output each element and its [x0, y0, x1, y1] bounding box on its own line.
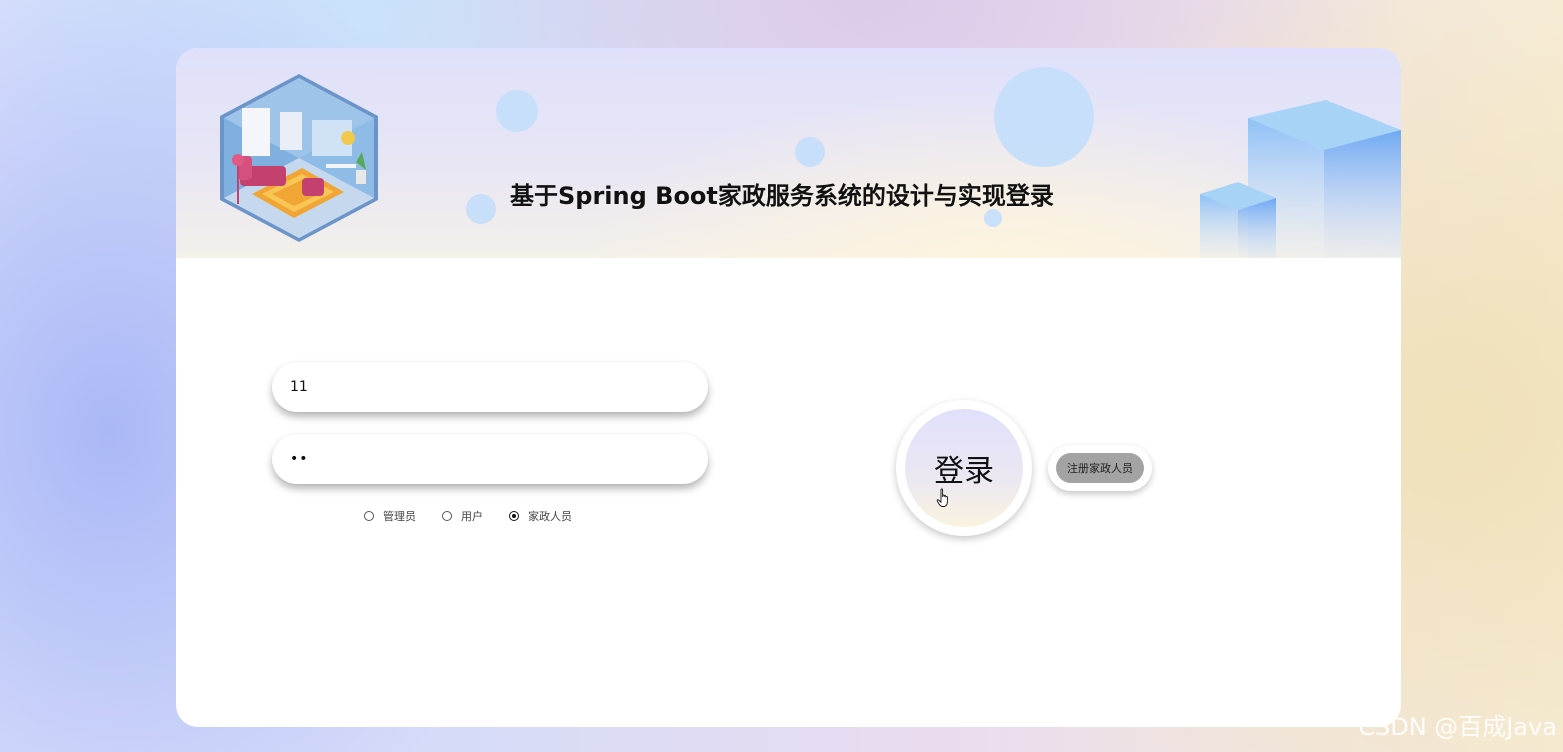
register-button-ring: 注册家政人员: [1048, 445, 1152, 491]
radio-admin[interactable]: [364, 511, 374, 521]
password-input[interactable]: [272, 434, 708, 484]
page-title: 基于Spring Boot家政服务系统的设计与实现登录: [510, 182, 1054, 210]
radio-user[interactable]: [442, 511, 452, 521]
hand-pointer-icon: [936, 488, 948, 507]
role-label-user: 用户: [461, 510, 483, 523]
login-button-ring: 登录: [896, 400, 1032, 536]
role-label-housekeeper: 家政人员: [528, 510, 572, 523]
decor-bubble: [795, 137, 825, 167]
room-illustration-icon: [220, 74, 378, 242]
register-housekeeper-button[interactable]: 注册家政人员: [1056, 453, 1144, 483]
header-banner: 基于Spring Boot家政服务系统的设计与实现登录: [176, 48, 1401, 258]
username-input[interactable]: [272, 362, 708, 412]
decor-bubble: [496, 90, 538, 132]
login-button[interactable]: 登录: [905, 409, 1023, 527]
radio-housekeeper[interactable]: [509, 511, 519, 521]
role-option-admin[interactable]: 管理员: [364, 508, 416, 524]
role-option-housekeeper[interactable]: 家政人员: [509, 508, 572, 524]
login-card: 基于Spring Boot家政服务系统的设计与实现登录 管理员 用户 家政人员 …: [176, 48, 1401, 727]
decor-bubble: [994, 67, 1094, 167]
role-selector: 管理员 用户 家政人员: [364, 508, 598, 524]
watermark-text: CSDN @百成Java: [1358, 713, 1557, 741]
role-label-admin: 管理员: [383, 510, 416, 523]
decor-bubble: [984, 209, 1002, 227]
role-option-user[interactable]: 用户: [442, 508, 483, 524]
